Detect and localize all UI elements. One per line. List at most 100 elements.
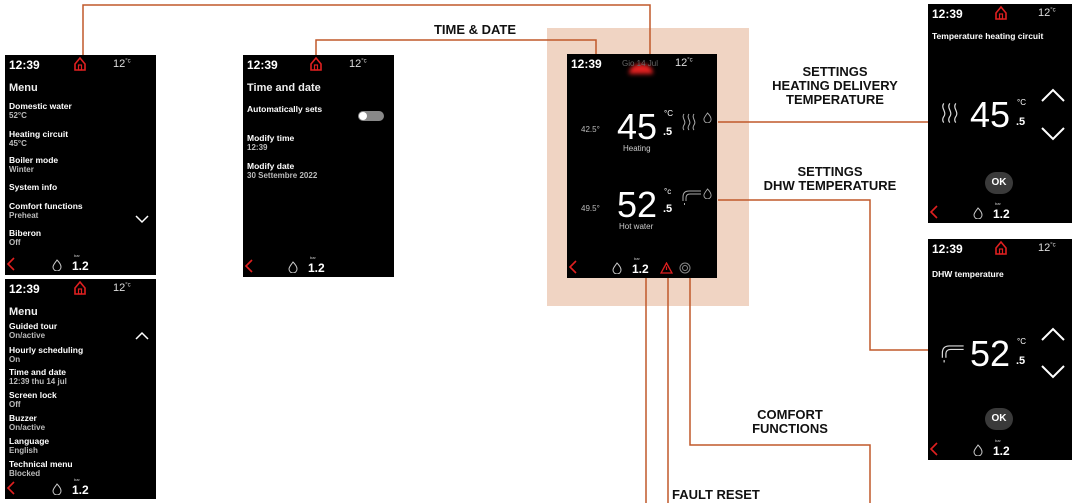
comfort-icon[interactable] bbox=[679, 262, 691, 274]
menu-item-label: Language bbox=[9, 436, 50, 446]
callout-fault-reset: FAULT RESET bbox=[672, 487, 760, 502]
dhw-temp-screen: 12:39 12°c DHW temperature 52 °C .5 OK b… bbox=[928, 239, 1072, 460]
pressure-value: 1.2 bbox=[72, 483, 89, 497]
status-bar: 12:39 Gio 14 Jul 12°c bbox=[567, 54, 717, 74]
pressure-value: 1.2 bbox=[993, 444, 1010, 458]
menu-item-domestic-water[interactable]: Domestic water 52°C bbox=[9, 101, 72, 121]
decrease-chevron-icon[interactable] bbox=[1040, 126, 1066, 141]
heating-setpoint[interactable]: 45 bbox=[617, 106, 657, 148]
menu-item-label: Boiler mode bbox=[9, 155, 59, 165]
chevron-down-icon[interactable] bbox=[135, 215, 149, 224]
modify-time[interactable]: Modify time 12:39 bbox=[247, 133, 294, 153]
callout-time-date: TIME & DATE bbox=[433, 22, 517, 37]
menu-item-value: 12:39 thu 14 jul bbox=[9, 377, 67, 386]
back-icon[interactable] bbox=[929, 205, 939, 219]
menu-item-comfort-functions[interactable]: Comfort functions Preheat bbox=[9, 201, 83, 221]
chevron-up-icon[interactable] bbox=[135, 331, 149, 340]
back-icon[interactable] bbox=[929, 442, 939, 456]
pressure-unit: bar bbox=[634, 256, 640, 261]
back-icon[interactable] bbox=[6, 481, 16, 495]
decrease-chevron-icon[interactable] bbox=[1040, 364, 1066, 379]
modify-time-value: 12:39 bbox=[247, 143, 268, 152]
pressure-unit: bar bbox=[74, 477, 80, 482]
home-icon[interactable] bbox=[994, 240, 1008, 256]
menu-item-label: Heating circuit bbox=[9, 129, 69, 139]
date-label: Gio 14 Jul bbox=[622, 59, 659, 68]
menu-item-value: Off bbox=[9, 400, 21, 409]
dhw-unit: °c bbox=[664, 187, 672, 196]
home-icon[interactable] bbox=[994, 5, 1008, 21]
callout-heating: SETTINGS HEATING DELIVERY TEMPERATURE bbox=[750, 65, 920, 107]
callout-heating-line1: SETTINGS bbox=[802, 64, 868, 79]
modify-date[interactable]: Modify date 30 Settembre 2022 bbox=[247, 161, 317, 181]
warning-icon[interactable] bbox=[660, 262, 673, 274]
menu-item-label: Domestic water bbox=[9, 101, 72, 111]
menu-item-technical-menu[interactable]: Technical menu Blocked bbox=[9, 459, 73, 479]
modify-time-label: Modify time bbox=[247, 133, 295, 143]
menu-item-label: Technical menu bbox=[9, 459, 73, 469]
clock: 12:39 bbox=[9, 58, 40, 72]
auto-set-toggle[interactable] bbox=[358, 111, 384, 121]
outdoor-temp-value: 12 bbox=[113, 282, 126, 294]
back-icon[interactable] bbox=[6, 257, 16, 271]
heating-setpoint-decimal: .5 bbox=[1016, 116, 1026, 128]
page-title: Time and date bbox=[247, 82, 321, 94]
home-icon[interactable] bbox=[73, 56, 87, 72]
modify-date-value: 30 Settembre 2022 bbox=[247, 171, 318, 180]
dhw-setpoint[interactable]: 52 bbox=[617, 184, 657, 226]
menu-item-buzzer[interactable]: Buzzer On/active bbox=[9, 413, 45, 433]
flame-icon bbox=[703, 188, 712, 199]
outdoor-temp-value: 12 bbox=[113, 58, 126, 70]
outdoor-temp-value: 12 bbox=[1038, 7, 1051, 19]
heating-label: Heating bbox=[623, 144, 651, 153]
callout-heating-line2: HEATING DELIVERY bbox=[772, 78, 898, 93]
increase-chevron-icon[interactable] bbox=[1040, 88, 1066, 103]
dhw-setpoint-value: 52 bbox=[970, 333, 1011, 374]
menu-item-value: On/active bbox=[9, 423, 46, 432]
home-icon[interactable] bbox=[309, 56, 323, 72]
flame-icon bbox=[52, 483, 62, 495]
menu-item-boiler-mode[interactable]: Boiler mode Winter bbox=[9, 155, 58, 175]
outdoor-temp: 12°c bbox=[1038, 7, 1056, 19]
menu-item-value: 52°C bbox=[9, 111, 27, 120]
home-icon[interactable] bbox=[73, 280, 87, 296]
menu-item-system-info[interactable]: System info bbox=[9, 182, 57, 192]
callout-dhw-line1: SETTINGS bbox=[797, 164, 863, 179]
menu-item-guided-tour[interactable]: Guided tour On/active bbox=[9, 321, 57, 341]
outdoor-temp-unit: °c bbox=[1050, 242, 1056, 249]
menu-item-label: Guided tour bbox=[9, 321, 58, 331]
ok-button[interactable]: OK bbox=[985, 172, 1013, 194]
outdoor-temp-unit: °c bbox=[125, 282, 131, 289]
callout-dhw-line2: DHW TEMPERATURE bbox=[763, 178, 897, 193]
main-screen: 12:39 Gio 14 Jul 12°c 42.5° 45 °C .5 Hea… bbox=[567, 54, 717, 278]
flame-icon bbox=[288, 261, 298, 273]
clock: 12:39 bbox=[247, 58, 278, 72]
menu-item-value: Winter bbox=[9, 165, 34, 174]
connector-dhw bbox=[718, 199, 932, 351]
back-icon[interactable] bbox=[244, 259, 254, 273]
increase-chevron-icon[interactable] bbox=[1040, 327, 1066, 342]
menu-item-biberon[interactable]: Biberon Off bbox=[9, 228, 41, 248]
outdoor-temp: 12°c bbox=[113, 58, 131, 70]
clock: 12:39 bbox=[932, 7, 963, 21]
pressure: bar 1.2 bbox=[72, 477, 89, 497]
flame-icon bbox=[703, 112, 712, 123]
menu-item-heating-circuit[interactable]: Heating circuit 45°C bbox=[9, 129, 68, 149]
outdoor-temp-value: 12 bbox=[349, 58, 362, 70]
menu-item-time-and-date[interactable]: Time and date 12:39 thu 14 jul bbox=[9, 367, 67, 387]
toggle-knob bbox=[359, 112, 367, 120]
menu-item-language[interactable]: Language English bbox=[9, 436, 49, 456]
callout-comfort-line1: COMFORT bbox=[757, 407, 823, 422]
pressure-value: 1.2 bbox=[72, 259, 89, 273]
back-icon[interactable] bbox=[568, 260, 578, 274]
menu-item-label: Hourly scheduling bbox=[9, 345, 84, 355]
menu-item-screen-lock[interactable]: Screen lock Off bbox=[9, 390, 57, 410]
bottom-bar: bar 1.2 bbox=[567, 256, 717, 278]
status-bar: 12:39 12°c bbox=[243, 55, 394, 75]
menu-item-hourly-scheduling[interactable]: Hourly scheduling On bbox=[9, 345, 83, 365]
flame-icon bbox=[612, 262, 622, 274]
menu-screen-1: 12:39 12°c Menu Domestic water 52°C Heati… bbox=[5, 55, 156, 275]
pressure: bar 1.2 bbox=[308, 255, 325, 275]
flame-icon bbox=[973, 444, 983, 456]
ok-button[interactable]: OK bbox=[985, 408, 1013, 430]
